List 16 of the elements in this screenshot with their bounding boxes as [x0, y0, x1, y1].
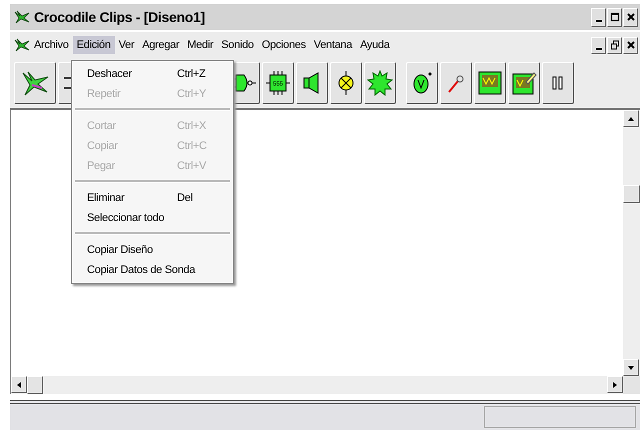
option-label: Copiar Datos de Sonda	[87, 264, 196, 276]
option-label: Deshacer	[87, 68, 133, 80]
shortcut-label: Ctrl+X	[177, 120, 208, 132]
option-label: Eliminar	[87, 192, 126, 204]
option-label: Cortar	[87, 120, 117, 132]
shortcut-label: Ctrl+Y	[177, 88, 208, 100]
shortcut-label: Ctrl+C	[177, 140, 208, 152]
option-label: Copiar Diseño	[87, 244, 154, 256]
option-label: Repetir	[87, 88, 122, 100]
option-label: Copiar	[87, 140, 119, 152]
option-label: Seleccionar todo	[87, 212, 166, 224]
shortcut-label: Ctrl+Z	[177, 68, 206, 80]
shortcut-label: Ctrl+V	[177, 160, 208, 172]
shortcut-label: Del	[177, 192, 194, 204]
option-label: Pegar	[87, 160, 116, 172]
window-title: Crocodile Clips - [Diseno1]	[34, 9, 205, 25]
